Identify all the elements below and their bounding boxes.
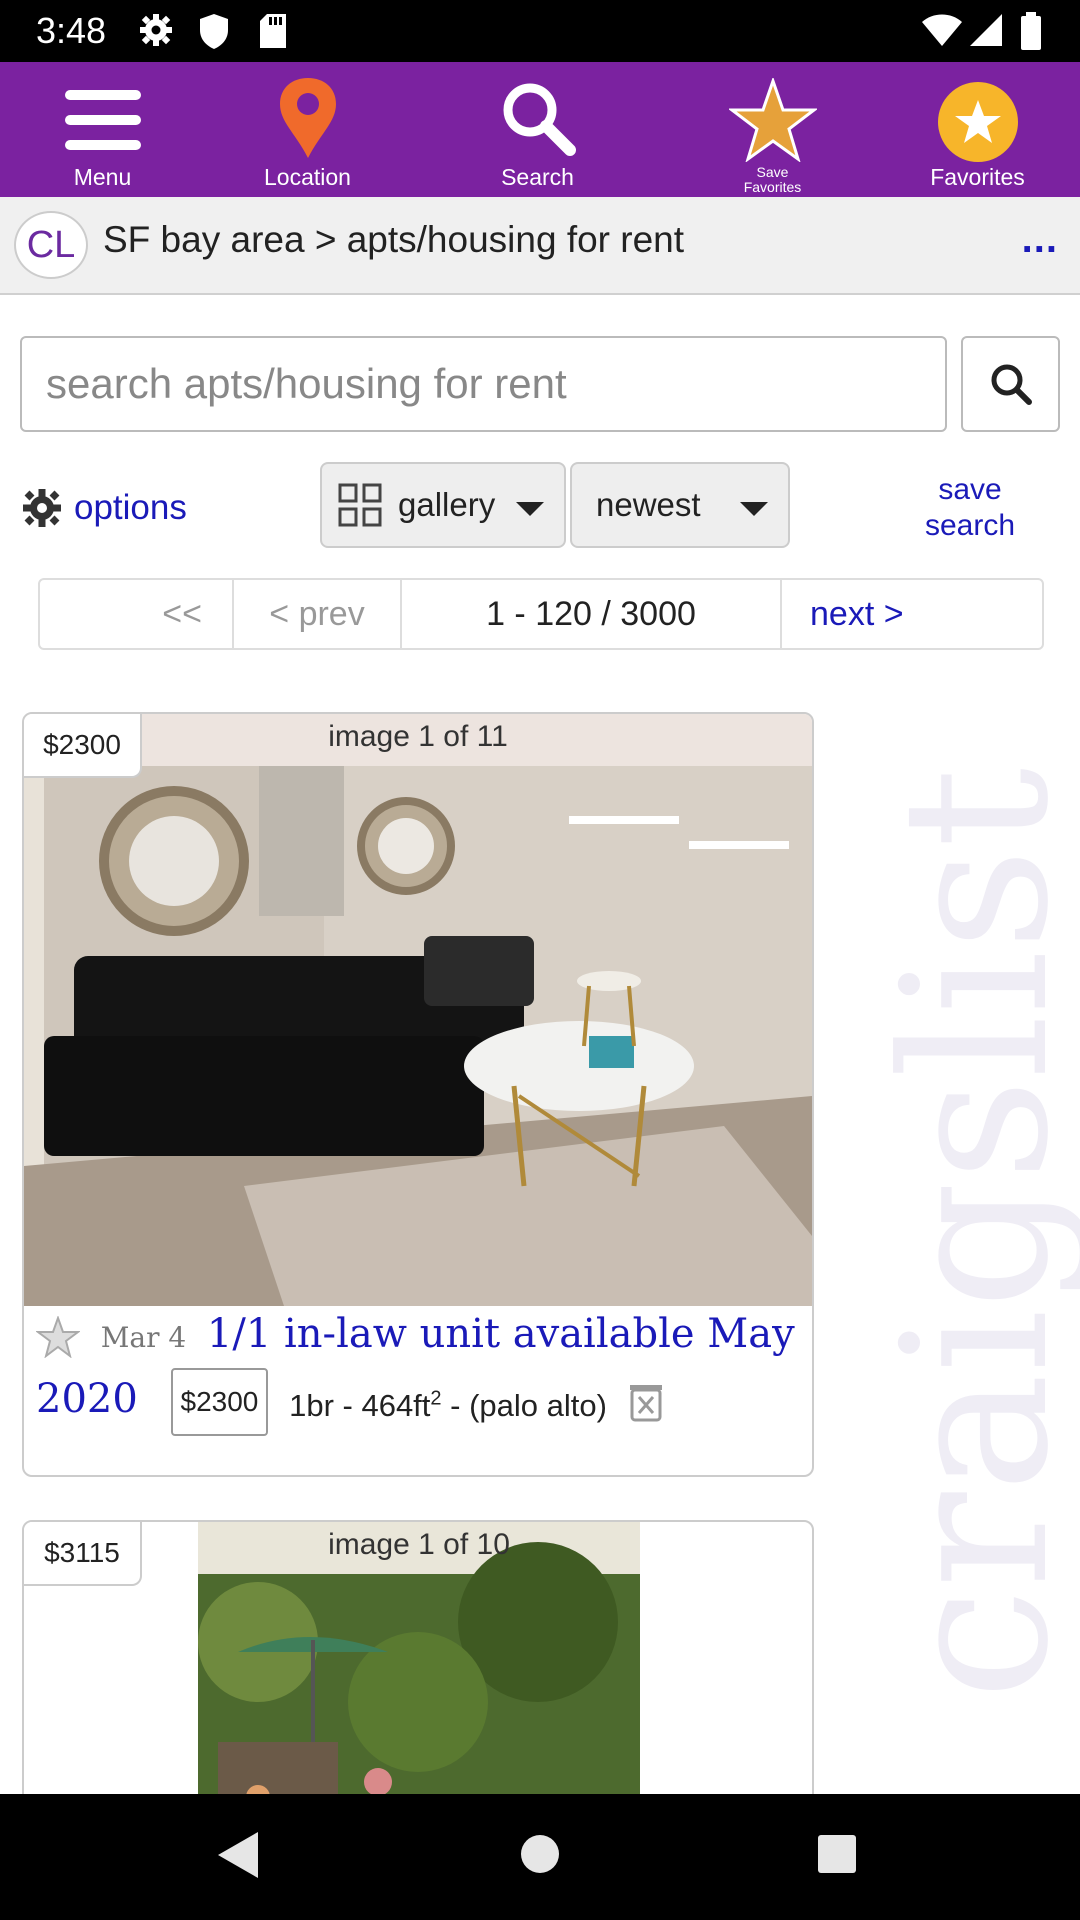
- location-label: Location: [264, 164, 351, 190]
- chevron-down-icon: [516, 502, 544, 516]
- listing-info: Mar 4 1/1 in-law unit available May 2020…: [35, 1304, 806, 1436]
- sort-select[interactable]: newest: [570, 462, 790, 548]
- breadcrumb: CL SF bay area > apts/housing for rent .…: [0, 197, 1080, 295]
- menu-button[interactable]: Menu: [40, 62, 165, 197]
- settings-gear-icon: [138, 12, 174, 53]
- location-button[interactable]: Location: [245, 62, 370, 197]
- location-pin-icon: [279, 78, 336, 158]
- save-favorites-button[interactable]: Save Favorites: [710, 62, 835, 197]
- back-icon[interactable]: [216, 1830, 260, 1880]
- app-toolbar: Menu Location Search Save Favorites Favor…: [0, 62, 1080, 197]
- breadcrumb-path[interactable]: SF bay area > apts/housing for rent: [103, 219, 684, 261]
- menu-label: Menu: [73, 164, 132, 190]
- next-page-button[interactable]: next >: [782, 580, 1042, 648]
- favorite-star-icon[interactable]: [35, 1315, 81, 1359]
- search-toolbar-button[interactable]: Search: [475, 62, 600, 197]
- options-link[interactable]: options: [22, 488, 187, 528]
- price-tag: $3115: [24, 1522, 142, 1586]
- search-input[interactable]: search apts/housing for rent: [20, 336, 947, 432]
- system-nav-bar: [0, 1794, 1080, 1920]
- image-caption: image 1 of 11: [24, 714, 812, 766]
- listing-date: Mar 4: [100, 1321, 187, 1354]
- cell-signal-icon: [968, 12, 1004, 53]
- sort-value: newest: [596, 486, 701, 523]
- first-page-button[interactable]: <<: [40, 580, 234, 648]
- hide-trash-icon[interactable]: [628, 1382, 664, 1422]
- view-mode-value: gallery: [398, 486, 496, 523]
- home-icon[interactable]: [520, 1834, 560, 1874]
- search-submit-button[interactable]: [961, 336, 1060, 432]
- listing-card[interactable]: $3115 image 1 of 10: [22, 1520, 814, 1810]
- save-search-link[interactable]: save search: [905, 472, 1035, 544]
- options-label: options: [74, 488, 187, 527]
- cl-logo[interactable]: CL: [14, 211, 88, 279]
- magnifier-icon: [503, 83, 576, 156]
- recents-icon[interactable]: [817, 1834, 857, 1874]
- search-label: Search: [501, 164, 574, 190]
- search-icon: [991, 364, 1032, 405]
- listing-card[interactable]: $2300 image 1 of 11 Mar 4 1/1 in-law uni…: [22, 712, 814, 1477]
- more-options-button[interactable]: ...: [1022, 217, 1058, 262]
- battery-icon: [1020, 12, 1042, 55]
- listing-price: $2300: [170, 1368, 269, 1436]
- favorites-button[interactable]: Favorites: [915, 62, 1040, 197]
- pagination: << < prev 1 - 120 / 3000 next >: [38, 578, 1044, 650]
- gallery-grid-icon: [338, 483, 382, 527]
- favorites-label: Favorites: [930, 164, 1025, 190]
- prev-page-button[interactable]: < prev: [234, 580, 402, 648]
- save-favorites-label: Save Favorites: [743, 164, 802, 195]
- status-time: 3:48: [36, 10, 107, 51]
- star-outline-icon: [728, 78, 817, 162]
- chevron-down-icon: [740, 502, 768, 516]
- image-caption: image 1 of 10: [328, 1528, 510, 1561]
- price-tag: $2300: [24, 714, 142, 778]
- favorites-star-icon: [937, 82, 1018, 162]
- listing-photo[interactable]: [24, 766, 812, 1306]
- gear-icon: [23, 489, 61, 527]
- status-bar: 3:48: [0, 0, 1080, 62]
- hamburger-menu-icon: [64, 90, 141, 150]
- wifi-icon: [920, 12, 964, 53]
- shield-icon: [198, 12, 230, 55]
- page-range: 1 - 120 / 3000: [402, 580, 782, 648]
- view-mode-select[interactable]: gallery: [320, 462, 566, 548]
- sd-card-icon: [258, 12, 288, 55]
- listing-details: 1br - 464ft2 - (palo alto): [289, 1387, 607, 1423]
